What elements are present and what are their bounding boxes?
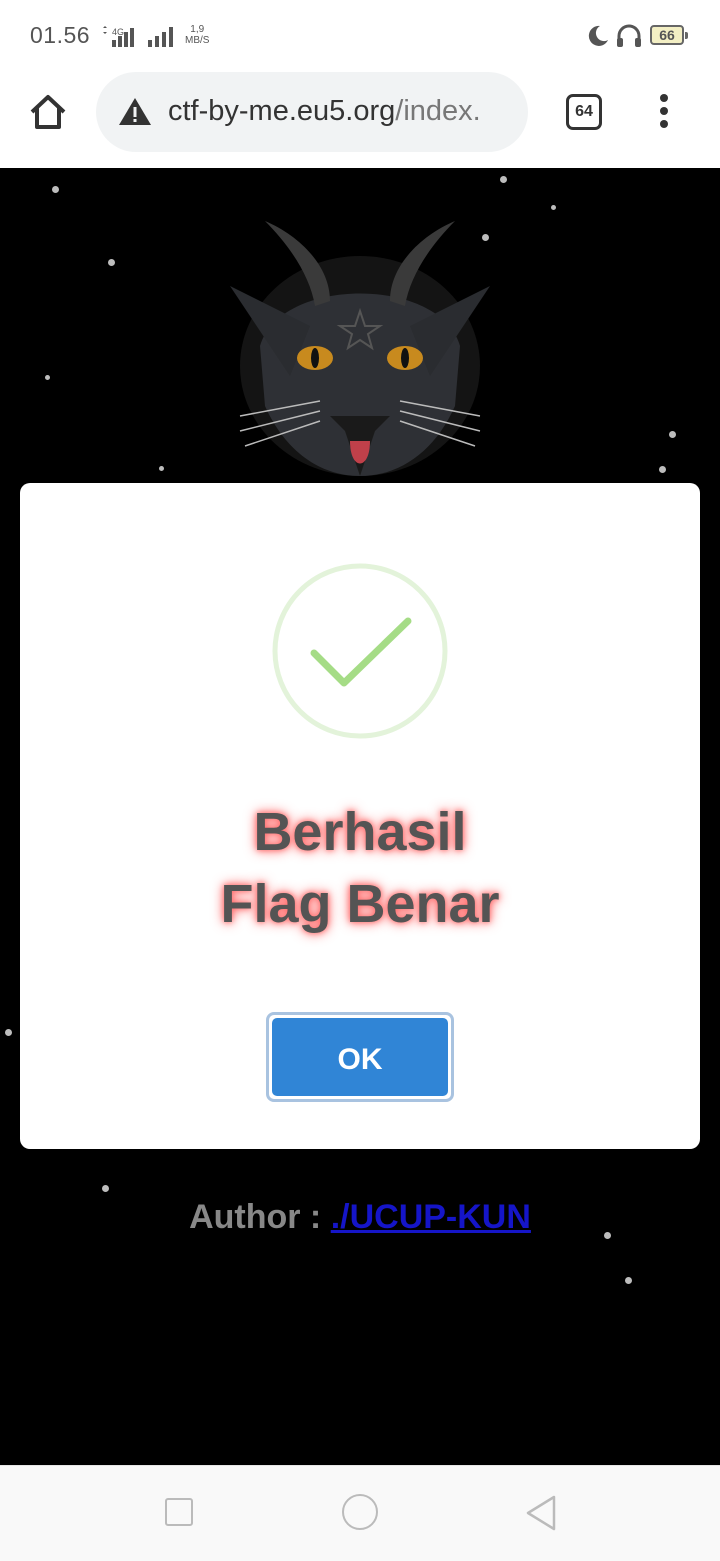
network-speed: 1,9 MB/S bbox=[185, 24, 209, 46]
star-dot bbox=[159, 466, 164, 471]
star-dot bbox=[625, 1277, 632, 1284]
star-dot bbox=[551, 205, 556, 210]
author-link[interactable]: ./UCUP-KUN bbox=[331, 1198, 531, 1236]
nav-recent-icon[interactable] bbox=[165, 1498, 193, 1526]
star-dot bbox=[669, 431, 676, 438]
address-bar[interactable]: ctf-by-me.eu5.org/index. bbox=[96, 72, 528, 152]
nav-back-icon[interactable] bbox=[524, 1494, 558, 1532]
dialog-title-line1: Berhasil bbox=[253, 802, 467, 862]
headphones-icon bbox=[617, 24, 641, 47]
author-label: Author : bbox=[189, 1198, 322, 1236]
tabs-icon[interactable]: 64 bbox=[566, 94, 602, 130]
url-path: /index. bbox=[395, 95, 481, 127]
dialog-title-line2: Flag Benar bbox=[220, 874, 500, 934]
signal-icon bbox=[148, 27, 173, 47]
warning-icon[interactable] bbox=[118, 96, 152, 126]
star-dot bbox=[52, 186, 59, 193]
star-dot bbox=[45, 375, 50, 380]
moon-icon bbox=[588, 25, 608, 46]
star-dot bbox=[659, 466, 666, 473]
nav-home-icon[interactable] bbox=[342, 1494, 378, 1530]
battery-icon: 66 bbox=[650, 25, 688, 45]
page-content: Berhasil Flag Benar OK Author : ./UCUP-K… bbox=[0, 168, 720, 1465]
network-type-label: 4G bbox=[112, 27, 124, 37]
author-line: Author : ./UCUP-KUN bbox=[0, 1198, 720, 1237]
star-dot bbox=[5, 1029, 12, 1036]
signal-4g-icon: 4G bbox=[103, 26, 134, 47]
star-dot bbox=[108, 259, 115, 266]
system-nav-bar bbox=[0, 1465, 720, 1561]
home-icon[interactable] bbox=[26, 90, 70, 134]
more-menu-icon[interactable] bbox=[652, 94, 676, 130]
star-dot bbox=[500, 176, 507, 183]
speed-unit: MB/S bbox=[185, 35, 210, 46]
cat-logo-image bbox=[230, 221, 490, 476]
url-text[interactable]: ctf-by-me.eu5.org/index. bbox=[168, 95, 481, 128]
speed-value: 1,9 bbox=[190, 24, 205, 35]
success-check-icon bbox=[272, 563, 448, 739]
success-dialog: Berhasil Flag Benar OK bbox=[20, 483, 700, 1149]
ok-button[interactable]: OK bbox=[266, 1012, 454, 1102]
star-dot bbox=[102, 1185, 109, 1192]
url-host: ctf-by-me.eu5.org bbox=[168, 95, 396, 127]
browser-toolbar: ctf-by-me.eu5.org/index. 64 bbox=[0, 72, 720, 168]
status-bar: 01.56 4G 1,9 MB/S 66 bbox=[0, 0, 720, 72]
status-time: 01.56 bbox=[30, 22, 91, 48]
ok-button-label[interactable]: OK bbox=[272, 1018, 448, 1096]
